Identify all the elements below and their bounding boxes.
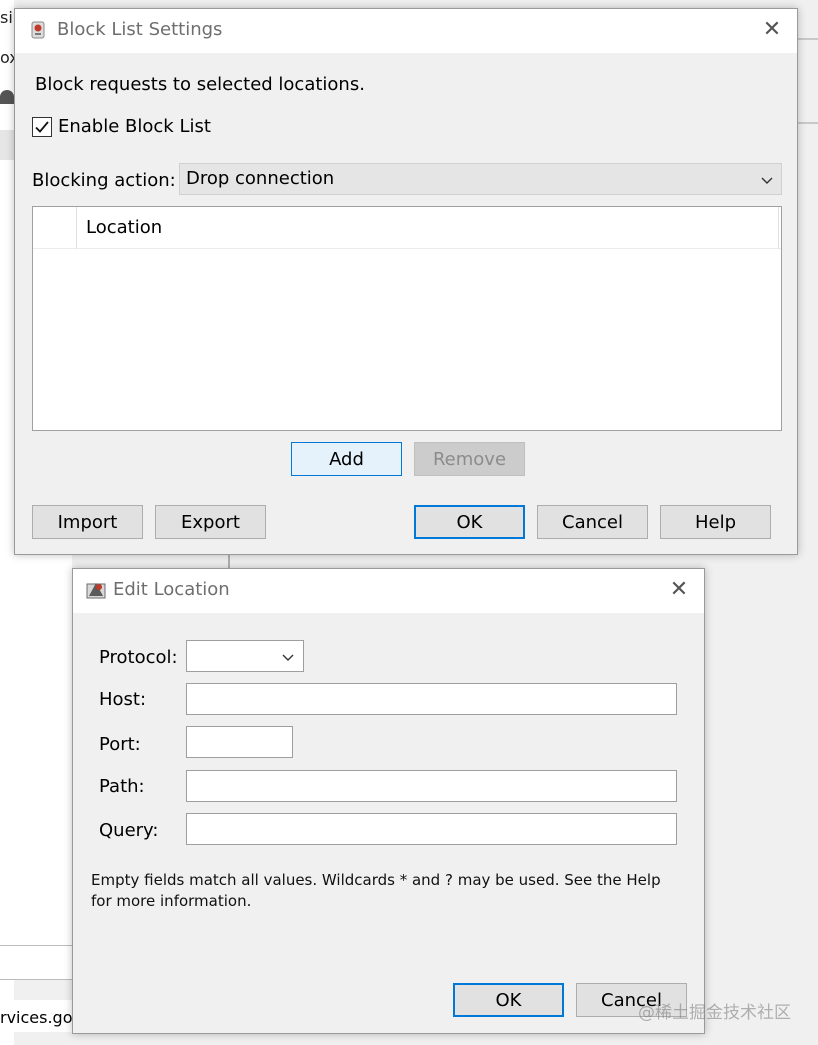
query-field[interactable] <box>186 813 677 845</box>
blocking-action-select[interactable]: Drop connection <box>179 163 782 195</box>
background-text: si <box>0 8 13 27</box>
path-field[interactable] <box>186 770 677 802</box>
description-text: Block requests to selected locations. <box>35 74 365 95</box>
close-icon[interactable]: ✕ <box>759 17 785 43</box>
background-toolbar-icon <box>0 90 14 104</box>
block-list-settings-dialog: Block List Settings ✕ Block requests to … <box>14 8 798 555</box>
dialog-title: Edit Location <box>113 579 230 600</box>
host-label: Host: <box>99 689 147 710</box>
host-field[interactable] <box>186 683 677 715</box>
title-bar[interactable]: Edit Location ✕ <box>73 569 704 613</box>
ok-button[interactable]: OK <box>414 505 525 539</box>
enable-block-list-label[interactable]: Enable Block List <box>58 116 211 137</box>
table-header: Location <box>33 207 781 249</box>
blocking-action-label: Blocking action: <box>32 170 176 191</box>
help-info-text: Empty fields match all values. Wildcards… <box>91 871 661 910</box>
blocking-action-value: Drop connection <box>186 168 335 189</box>
dialog-title: Block List Settings <box>57 19 223 40</box>
background-panel <box>0 555 72 945</box>
enable-block-list-checkbox[interactable] <box>32 117 52 137</box>
protocol-label: Protocol: <box>99 647 178 668</box>
chevron-down-icon <box>282 654 294 661</box>
chevron-down-icon <box>761 177 773 184</box>
column-separator <box>76 207 77 249</box>
help-button[interactable]: Help <box>660 505 771 539</box>
watermark-text: @稀土掘金技术社区 <box>638 1003 791 1023</box>
remove-button[interactable]: Remove <box>414 442 525 476</box>
background-field <box>0 945 72 980</box>
background-window-right <box>797 0 818 1045</box>
background-tab <box>0 130 14 160</box>
background-divider <box>797 38 818 40</box>
query-label: Query: <box>99 820 159 841</box>
background-text: ox <box>0 48 14 67</box>
column-separator <box>778 207 779 249</box>
location-table[interactable]: Location <box>32 206 782 431</box>
column-header-location[interactable]: Location <box>86 217 162 238</box>
path-label: Path: <box>99 776 145 797</box>
port-label: Port: <box>99 734 141 755</box>
title-bar[interactable]: Block List Settings ✕ <box>15 9 797 53</box>
close-icon[interactable]: ✕ <box>666 577 692 603</box>
import-button[interactable]: Import <box>32 505 143 539</box>
add-button[interactable]: Add <box>291 442 402 476</box>
checkmark-icon <box>35 121 49 133</box>
protocol-select[interactable] <box>186 640 304 672</box>
app-icon <box>85 579 107 601</box>
background-divider <box>797 122 818 124</box>
export-button[interactable]: Export <box>155 505 266 539</box>
ok-button[interactable]: OK <box>453 983 564 1017</box>
background-divider <box>228 555 230 569</box>
app-icon <box>27 19 49 41</box>
port-field[interactable] <box>186 726 293 758</box>
edit-location-dialog: Edit Location ✕ Protocol: Host: Port: Pa… <box>72 568 705 1034</box>
cancel-button[interactable]: Cancel <box>537 505 648 539</box>
